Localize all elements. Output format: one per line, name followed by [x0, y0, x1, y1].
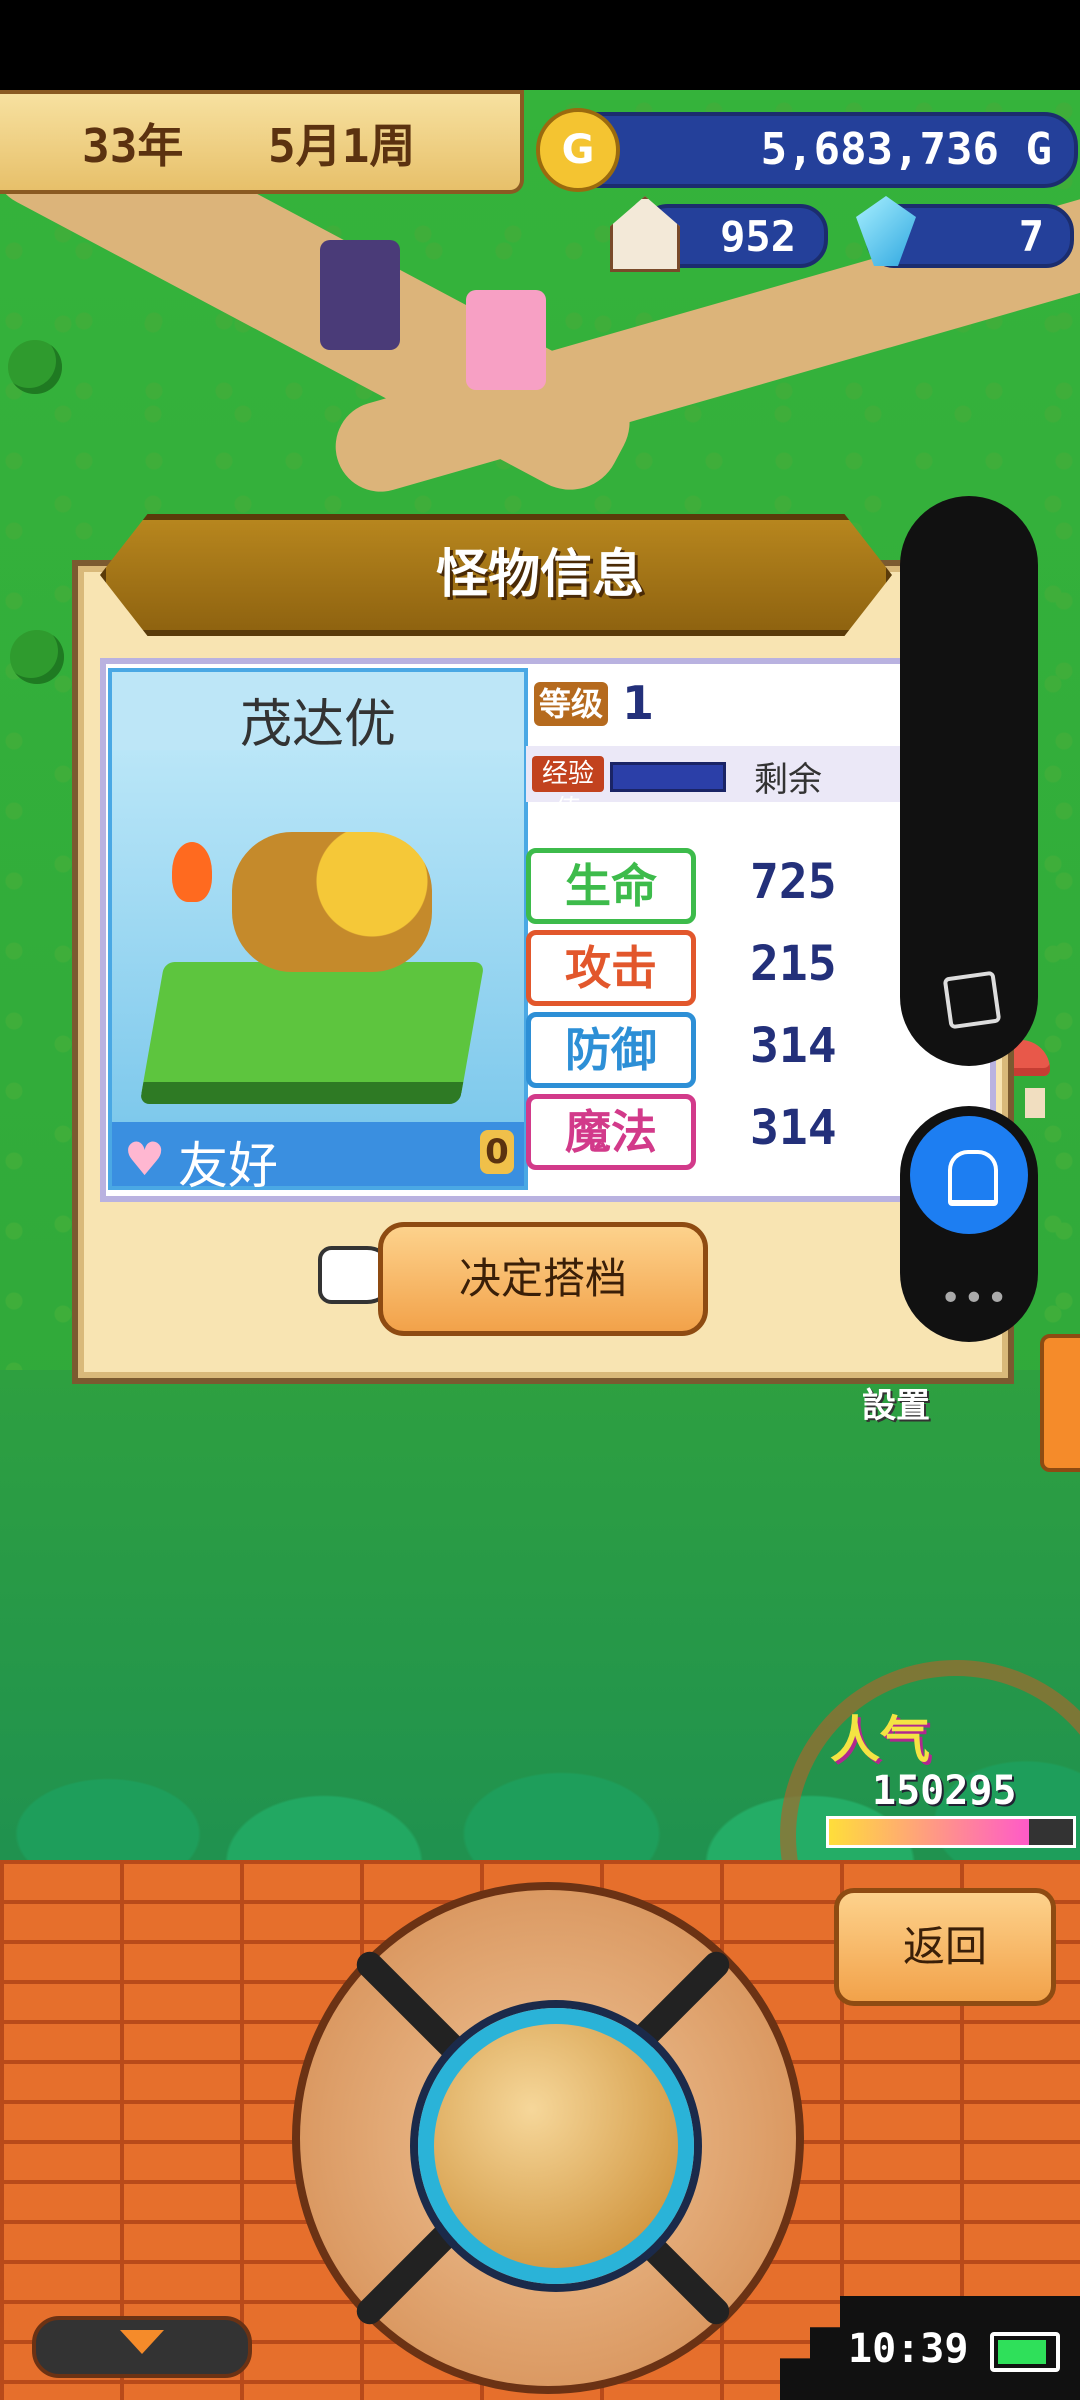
date-panel: 33年 5月1周 [0, 90, 524, 194]
stat-value-defense: 314 [750, 1018, 837, 1074]
monster-name: 茂达优 [239, 695, 396, 755]
heart-icon: ♥ [124, 1132, 166, 1186]
gem-value: 7 [1018, 212, 1044, 261]
stat-label-hp: 生命 [526, 848, 696, 924]
population-value: 952 [720, 212, 796, 261]
popularity-label: 人气 [830, 1711, 930, 1769]
monster-portrait: 茂达优 ♥ 友好 0 [108, 668, 528, 1195]
stat-row-magic: 魔法 314 [526, 1094, 966, 1170]
dialog-title: 怪物信息 [435, 545, 644, 605]
tail-flame [172, 842, 212, 902]
settings-label[interactable]: 設置 [862, 1378, 930, 1427]
more-icon[interactable]: ••• [940, 1278, 1008, 1319]
exp-bar [610, 762, 726, 792]
bell-off-icon [948, 1150, 998, 1206]
side-expand-tab[interactable] [1040, 1334, 1080, 1472]
year-text: 33年 [82, 119, 184, 173]
level-label: 等级 [534, 682, 608, 726]
mushroom-villager-sprite[interactable] [466, 290, 546, 390]
music-off-icon[interactable] [942, 970, 1002, 1030]
friendship-label: 友好 [178, 1137, 278, 1195]
directional-pad[interactable] [292, 1882, 804, 2394]
stat-label-attack: 攻击 [526, 930, 696, 1006]
menu-toggle-button[interactable] [32, 2316, 252, 2378]
level-value: 1 [622, 676, 655, 730]
stat-label-magic: 魔法 [526, 1094, 696, 1170]
status-bar-top [0, 0, 1080, 90]
coin-icon: G [536, 108, 620, 192]
popularity-bar [826, 1816, 1076, 1848]
floating-toolbar-lower: ••• [900, 1106, 1038, 1342]
clock: 10:39 [848, 2326, 969, 2372]
dpad-center-button[interactable] [418, 2008, 694, 2284]
tree [10, 630, 64, 684]
stat-value-magic: 314 [750, 1100, 837, 1156]
confirm-partner-button[interactable]: 决定搭档 [378, 1222, 708, 1336]
back-button[interactable]: 返回 [834, 1888, 1056, 2006]
adventurer-sprite[interactable] [320, 240, 400, 350]
battery-icon [990, 2332, 1060, 2372]
gold-counter: 5,683,736 G [540, 112, 1078, 188]
grass-tile [139, 962, 485, 1104]
floating-toolbar [900, 496, 1038, 1066]
popularity-value: 150295 [872, 1768, 1017, 1814]
exp-label: 经验值 [532, 756, 604, 825]
tree [8, 340, 62, 394]
stat-value-attack: 215 [750, 936, 837, 992]
gold-value: 5,683,736 G [760, 124, 1052, 175]
lion-monster-sprite [232, 832, 432, 972]
friendship-value: 0 [480, 1130, 514, 1174]
stat-value-hp: 725 [750, 854, 837, 910]
mute-notifications-button[interactable] [910, 1116, 1028, 1234]
stat-row-defense: 防御 314 [526, 1012, 966, 1088]
week-text: 5月1周 [268, 119, 416, 173]
popularity-bar-fill [829, 1819, 1030, 1845]
chevron-down-icon [120, 2330, 164, 2354]
friendship-bar: ♥ 友好 0 [112, 1122, 524, 1195]
stat-label-defense: 防御 [526, 1012, 696, 1088]
exp-remaining-label: 剩余 [754, 760, 822, 800]
